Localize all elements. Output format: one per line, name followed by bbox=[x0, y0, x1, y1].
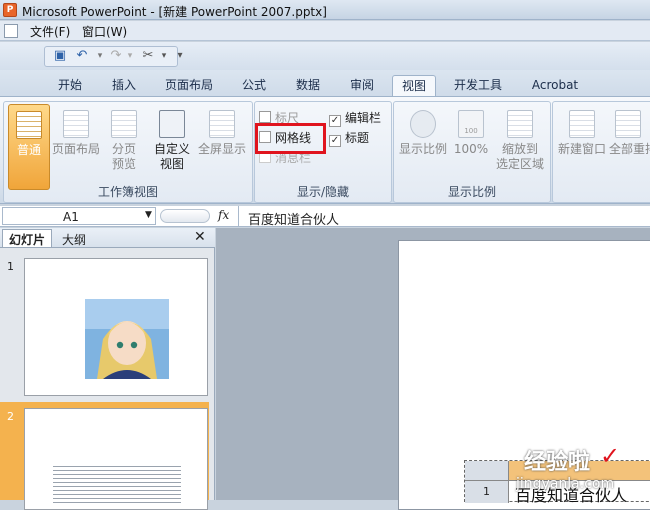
undo-dropdown-icon[interactable]: ▾ bbox=[92, 48, 108, 64]
group-workbook-views: 普通 页面布局 分页 预览 自定义 视图 全屏显示 工作簿视图 bbox=[3, 101, 253, 203]
tab-outline[interactable]: 大纲 bbox=[58, 230, 90, 249]
formula-divider bbox=[238, 206, 239, 226]
headings-checkbox[interactable]: ✓ 标题 bbox=[329, 129, 369, 147]
tab-page-layout[interactable]: 页面布局 bbox=[158, 75, 220, 95]
arrange-all-label: 全部重排 bbox=[609, 142, 650, 156]
powerpoint-icon: P bbox=[3, 3, 17, 17]
watermark-check-icon: ✓ bbox=[600, 442, 621, 470]
zoom-selection-label-2: 选定区域 bbox=[495, 157, 544, 171]
page-layout-view-button[interactable]: 页面布局 bbox=[50, 110, 102, 157]
tab-formulas[interactable]: 公式 bbox=[234, 75, 274, 95]
tab-insert[interactable]: 插入 bbox=[104, 75, 144, 95]
zoom-100-icon: 100 bbox=[458, 110, 484, 138]
normal-view-label: 普通 bbox=[16, 143, 41, 157]
headings-box: ✓ bbox=[329, 135, 341, 147]
tools-icon[interactable]: ✂ bbox=[140, 48, 156, 64]
formula-bar-checkbox[interactable]: ✓ 编辑栏 bbox=[329, 109, 381, 127]
watermark-text: 经验啦 bbox=[524, 450, 591, 475]
page-break-icon bbox=[111, 110, 137, 138]
zoom-label: 显示比例 bbox=[398, 142, 447, 156]
zoom-100-button[interactable]: 100 100% bbox=[450, 110, 492, 157]
anime-character-image bbox=[85, 299, 169, 379]
tab-review[interactable]: 审阅 bbox=[342, 75, 382, 95]
zoom-100-icon-text: 100 bbox=[464, 127, 478, 135]
undo-icon[interactable]: ↶ bbox=[74, 48, 90, 64]
tab-view[interactable]: 视图 bbox=[392, 75, 436, 96]
slide-workspace: 1 百度知道合伙人 经验啦 ✓ jingyanla.com bbox=[216, 228, 650, 510]
new-window-button[interactable]: 新建窗口 bbox=[555, 110, 609, 157]
group-window: 新建窗口 全部重排 bbox=[552, 101, 650, 203]
group-label-show-hide: 显示/隐藏 bbox=[296, 185, 350, 199]
document-icon[interactable] bbox=[4, 24, 18, 38]
slide-number-1: 1 bbox=[7, 260, 14, 273]
group-label-zoom: 显示比例 bbox=[447, 185, 496, 199]
select-all-corner[interactable] bbox=[465, 461, 509, 481]
zoom-selection-icon bbox=[507, 110, 533, 138]
menu-bar: 文件(F) 窗口(W) bbox=[0, 21, 650, 41]
tab-slides[interactable]: 幻灯片 bbox=[2, 229, 53, 247]
slides-panel: 幻灯片 大纲 ✕ 1 2 2 bbox=[0, 228, 215, 510]
tab-data[interactable]: 数据 bbox=[288, 75, 328, 95]
slide-thumbnail-2[interactable] bbox=[24, 408, 208, 510]
magnifier-icon bbox=[410, 110, 436, 138]
tab-developer[interactable]: 开发工具 bbox=[446, 75, 510, 95]
new-window-label: 新建窗口 bbox=[557, 142, 606, 156]
group-zoom: 显示比例 100 100% 缩放到 选定区域 显示比例 bbox=[393, 101, 551, 203]
page-layout-label: 页面布局 bbox=[51, 142, 100, 156]
formula-bar: A1 ▼ fx 百度知道合伙人 bbox=[0, 206, 650, 228]
custom-views-label-2: 视图 bbox=[159, 157, 184, 171]
menu-window[interactable]: 窗口(W) bbox=[82, 23, 127, 40]
zoom-to-selection-button[interactable]: 缩放到 选定区域 bbox=[494, 110, 546, 172]
redo-dropdown-icon[interactable]: ▾ bbox=[122, 48, 138, 64]
custom-views-button[interactable]: 自定义 视图 bbox=[152, 110, 192, 172]
fullscreen-icon bbox=[209, 110, 235, 138]
normal-view-icon bbox=[16, 111, 42, 139]
slide-number-2-selected: 2 bbox=[7, 410, 14, 423]
fullscreen-label: 全屏显示 bbox=[197, 142, 246, 156]
arrange-all-button[interactable]: 全部重排 bbox=[609, 110, 650, 157]
page-layout-icon bbox=[63, 110, 89, 138]
formula-bar-splitter[interactable] bbox=[160, 209, 210, 223]
row-number: 1 bbox=[483, 485, 490, 498]
zoom-button[interactable]: 显示比例 bbox=[396, 110, 450, 157]
normal-view-button[interactable]: 普通 bbox=[8, 104, 50, 190]
name-box-value: A1 bbox=[63, 210, 79, 224]
save-icon[interactable]: ▣ bbox=[52, 48, 68, 64]
tab-acrobat[interactable]: Acrobat bbox=[524, 75, 586, 95]
zoom-100-label: 100% bbox=[453, 142, 489, 156]
headings-label: 标题 bbox=[345, 131, 370, 145]
panel-tabs: 幻灯片 大纲 ✕ bbox=[0, 228, 215, 248]
tools-dropdown-icon[interactable]: ▾ bbox=[156, 48, 172, 64]
quick-access-toolbar: ▣ ↶ ▾ ↷ ▾ ✂ ▾ ▾ bbox=[0, 42, 650, 70]
ribbon-tabs: 开始 插入 页面布局 公式 数据 审阅 视图 开发工具 Acrobat bbox=[0, 70, 650, 96]
fullscreen-button[interactable]: 全屏显示 bbox=[196, 110, 248, 157]
table-preview bbox=[53, 463, 181, 503]
formula-bar-box: ✓ bbox=[329, 115, 341, 127]
formula-bar-label: 编辑栏 bbox=[345, 111, 382, 125]
fx-icon[interactable]: fx bbox=[218, 208, 229, 222]
arrange-all-icon bbox=[615, 110, 641, 138]
name-box[interactable]: A1 ▼ bbox=[2, 207, 156, 225]
watermark-url: jingyanla.com bbox=[516, 476, 615, 492]
formula-content[interactable]: 百度知道合伙人 bbox=[248, 209, 339, 228]
custom-views-icon bbox=[159, 110, 185, 138]
page-break-label-2: 预览 bbox=[111, 157, 136, 171]
new-window-icon bbox=[569, 110, 595, 138]
window-title: Microsoft PowerPoint - [新建 PowerPoint 20… bbox=[22, 5, 327, 19]
ribbon: 普通 页面布局 分页 预览 自定义 视图 全屏显示 工作簿视图 标尺 网格线 消… bbox=[0, 96, 650, 204]
menu-file[interactable]: 文件(F) bbox=[30, 23, 70, 40]
zoom-selection-label-1: 缩放到 bbox=[501, 142, 538, 156]
group-label-workbook-views: 工作簿视图 bbox=[97, 185, 158, 199]
gridlines-highlight-box bbox=[255, 123, 326, 154]
slide-thumbnail-1[interactable] bbox=[24, 258, 208, 396]
ruler-box bbox=[259, 111, 271, 123]
page-break-preview-button[interactable]: 分页 预览 bbox=[104, 110, 144, 172]
name-box-dropdown-icon[interactable]: ▼ bbox=[145, 210, 152, 220]
page-break-label-1: 分页 bbox=[111, 142, 136, 156]
tab-home[interactable]: 开始 bbox=[50, 75, 90, 95]
title-bar: P Microsoft PowerPoint - [新建 PowerPoint … bbox=[0, 0, 650, 20]
close-panel-icon[interactable]: ✕ bbox=[194, 229, 206, 245]
custom-views-label-1: 自定义 bbox=[153, 142, 190, 156]
customize-toolbar-icon[interactable]: ▾ bbox=[172, 48, 188, 64]
